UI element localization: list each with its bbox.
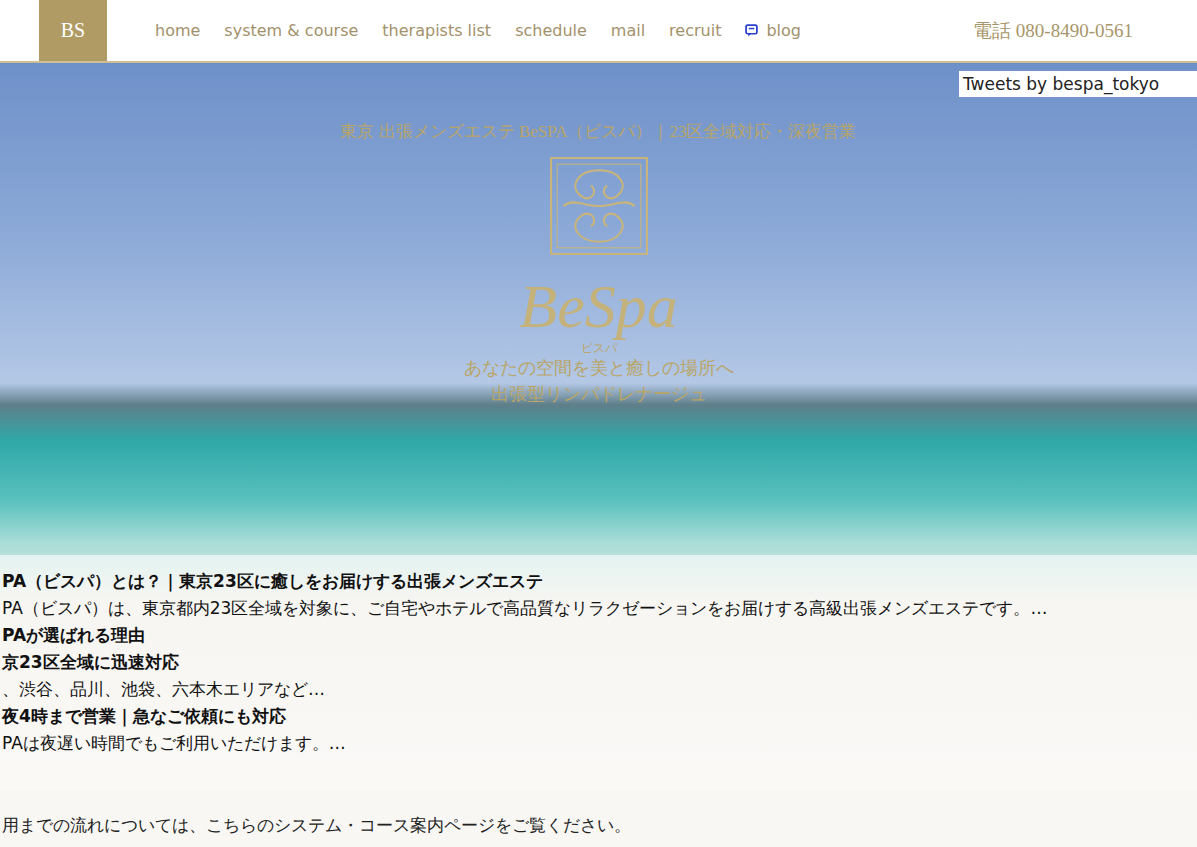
logo[interactable]: BS: [39, 0, 107, 61]
tagline: 出張型リンパドレナージュ: [491, 381, 707, 407]
hero-banner: 東京 出張メンズエステ BeSPA（ビスパ）｜23区全域対応・深夜営業 BeSpa…: [0, 63, 1197, 555]
nav-item[interactable]: therapists list: [382, 21, 491, 40]
intro-heading: PA（ビスパ）とは？｜東京23区に癒しをお届けする出張メンズエステ: [2, 568, 1197, 595]
twitter-timeline-link[interactable]: Tweets by bespa_tokyo: [959, 71, 1197, 97]
hero: Tweets by bespa_tokyo東京 出張メンズエステ BeSPA（ビ…: [0, 63, 1197, 790]
intro-panel: PA（ビスパ）とは？｜東京23区に癒しをお届けする出張メンズエステPA（ビスパ）…: [0, 555, 1197, 790]
page: BS home system & course therapists list sche…: [0, 0, 1197, 847]
hero-title: 東京 出張メンズエステ BeSPA（ビスパ）｜23区全域対応・深夜営業: [340, 121, 856, 143]
brand-name: BeSpa: [519, 271, 677, 341]
nav-item[interactable]: home: [155, 21, 200, 40]
top-nav: BS home system & course therapists list sche…: [0, 0, 1197, 63]
nav-item[interactable]: blog: [745, 21, 801, 40]
intro-heading: 京23区全域に迅速対応: [2, 649, 1197, 676]
nav-item[interactable]: system & course: [224, 21, 358, 40]
ornament-logo-icon: [548, 155, 650, 257]
tagline: あなたの空間を美と癒しの場所へ: [464, 355, 734, 381]
nav-item[interactable]: schedule: [515, 21, 587, 40]
flow-note-text[interactable]: 用までの流れについては、こちらのシステム・コース案内ページをご覧ください。: [2, 813, 1197, 837]
phone-number[interactable]: 電話 080-8490-0561: [973, 18, 1133, 44]
intro-heading: PAが選ばれる理由: [2, 622, 1197, 649]
intro-heading: 夜4時まで営業｜急なご依頼にも対応: [2, 703, 1197, 730]
blog-icon: [745, 24, 758, 37]
flow-note: 用までの流れについては、こちらのシステム・コース案内ページをご覧ください。: [0, 790, 1197, 847]
intro-text: PAは夜遅い時間でもご利用いただけます。…: [2, 730, 1197, 757]
nav-menu: home system & course therapists list schedu…: [155, 21, 801, 40]
intro-text: 、渋谷、品川、池袋、六本木エリアなど…: [2, 676, 1197, 703]
nav-item[interactable]: recruit: [669, 21, 721, 40]
brand-kana: ビスパ: [581, 341, 617, 355]
intro-text: PA（ビスパ）は、東京都内23区全域を対象に、ご自宅やホテルで高品質なリラクゼー…: [2, 595, 1197, 622]
nav-item[interactable]: mail: [611, 21, 645, 40]
